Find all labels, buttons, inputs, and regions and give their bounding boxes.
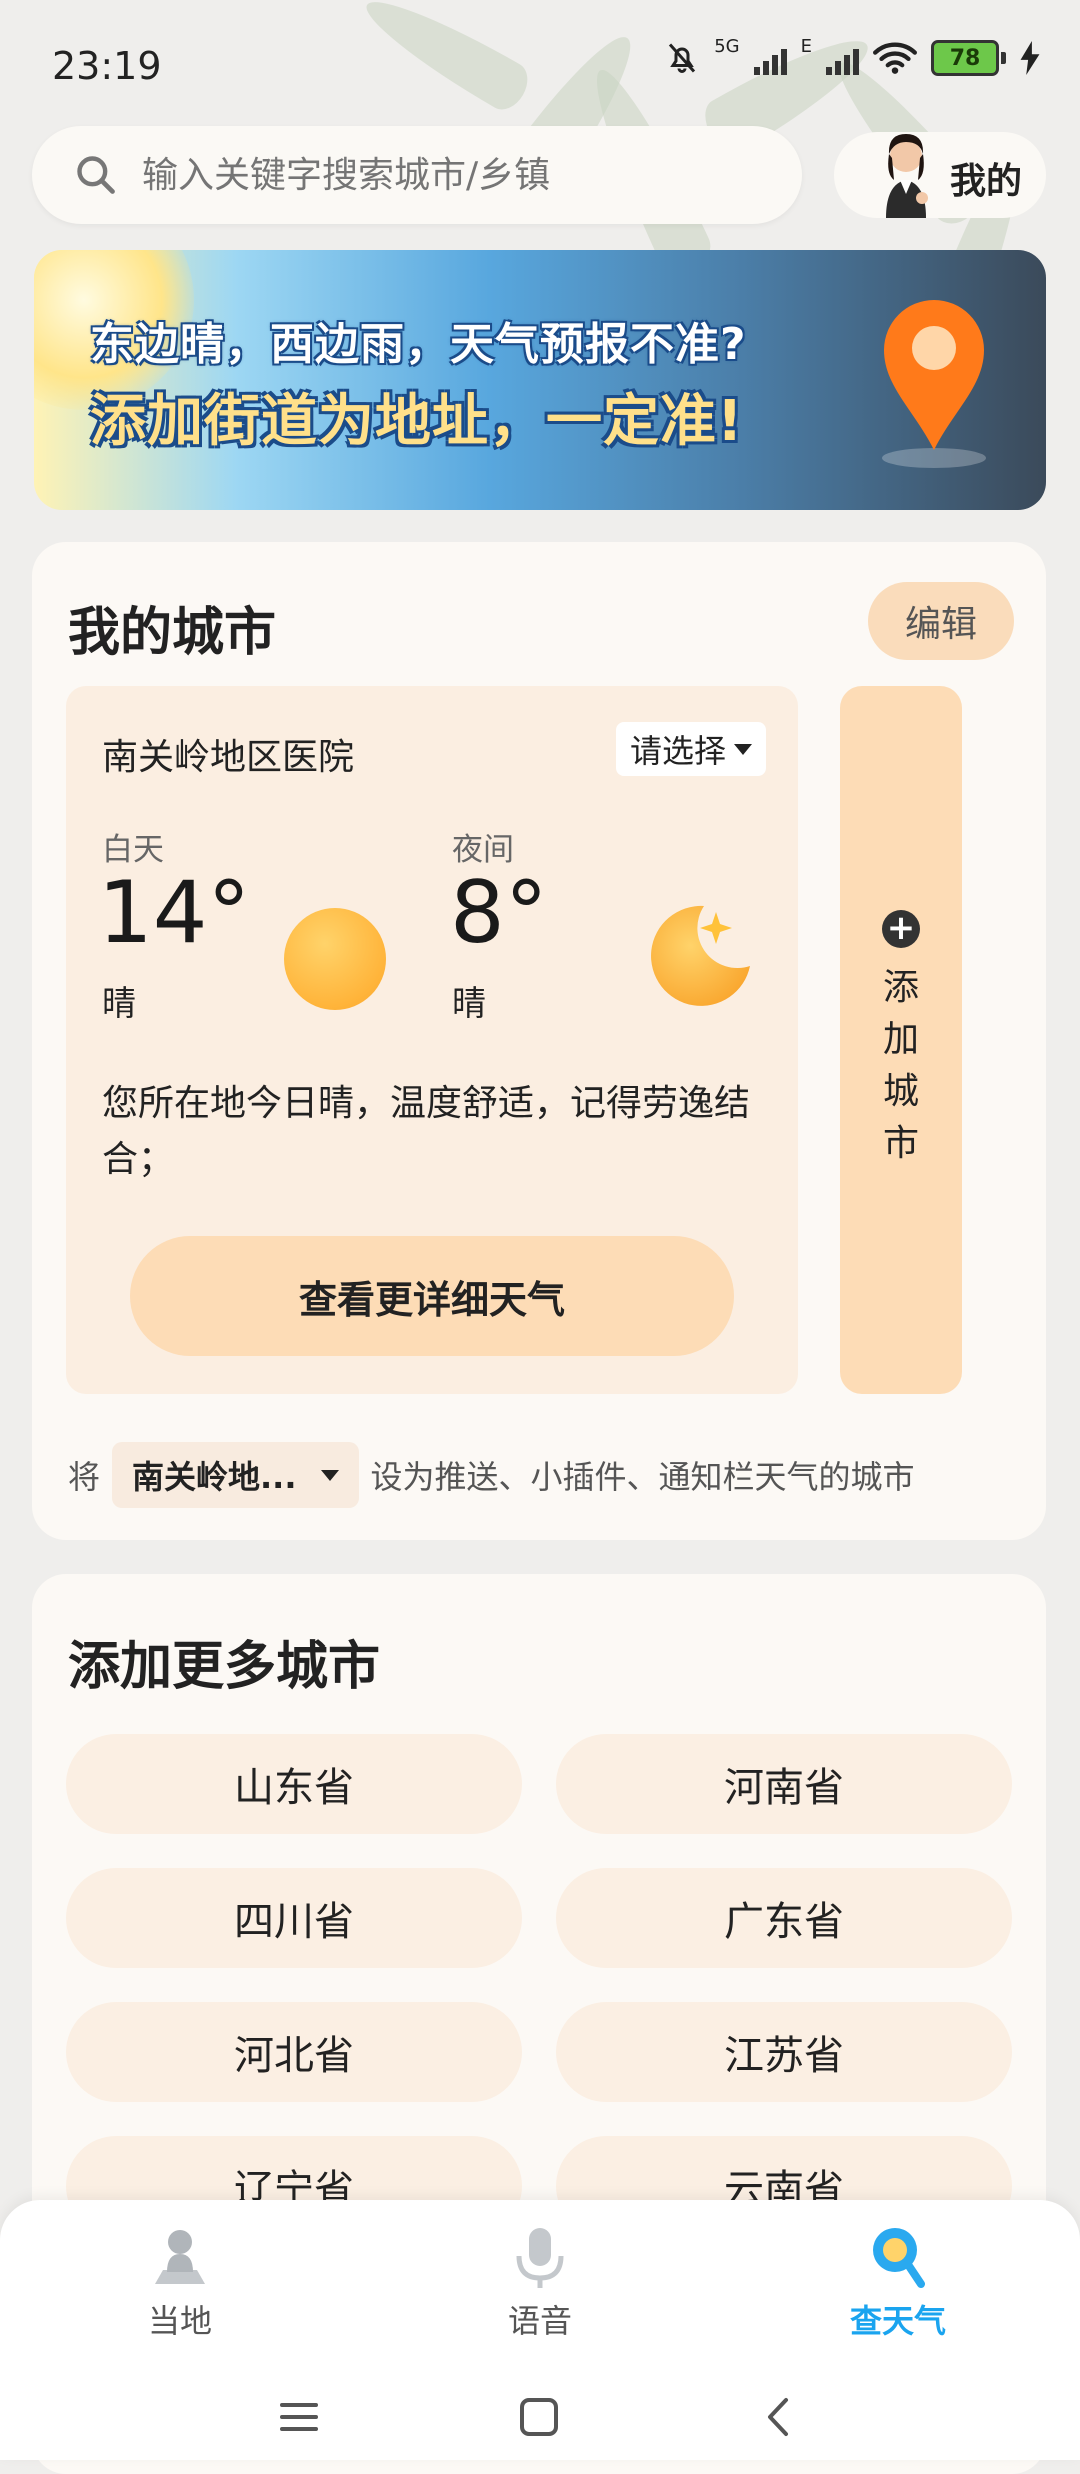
- add-city-button[interactable]: + 添加城市: [840, 686, 962, 1394]
- nav-voice[interactable]: 语音: [440, 2222, 640, 2342]
- status-bar: 23:19 5G E 78: [0, 0, 1080, 130]
- more-cities-title: 添加更多城市: [68, 1637, 381, 1697]
- day-temperature: 14°: [98, 863, 251, 963]
- banner-subheadline: 添加街道为地址，一定准!: [90, 389, 744, 454]
- my-cities-title: 我的城市: [68, 603, 277, 663]
- city-name: 南关岭地区医院: [102, 737, 355, 778]
- signal-icon-2: [826, 41, 859, 75]
- night-temperature: 8°: [450, 863, 548, 963]
- province-button[interactable]: 江苏省: [556, 2002, 1012, 2102]
- chevron-down-icon: [320, 1469, 339, 1481]
- add-city-label: 添加城市: [882, 967, 919, 1164]
- mute-bell-icon: [669, 43, 696, 73]
- location-person-icon: [155, 2230, 205, 2284]
- province-button[interactable]: 河北省: [66, 2002, 522, 2102]
- moon-icon: [651, 905, 750, 1006]
- province-button[interactable]: 河南省: [556, 1734, 1012, 1834]
- bottom-navigation: 当地 语音 查天气: [0, 2200, 1080, 2460]
- home-icon[interactable]: [514, 2392, 564, 2442]
- nav-local[interactable]: 当地: [80, 2222, 280, 2342]
- weather-description: 您所在地今日晴，温度舒适，记得劳逸结合；: [102, 1083, 751, 1180]
- my-cities-section: 我的城市 编辑 南关岭地区医院 请选择 白天 14° 晴 夜间 8° 晴 您所在…: [32, 542, 1046, 1540]
- nav-check-weather[interactable]: 查天气: [798, 2222, 998, 2342]
- avatar: [886, 134, 928, 218]
- nav-label-check-weather: 查天气: [849, 2302, 946, 2340]
- day-condition: 晴: [102, 984, 136, 1024]
- wifi-icon: [873, 42, 917, 74]
- push-city-selected: 南关岭地...: [132, 1458, 297, 1496]
- search-input[interactable]: [140, 153, 784, 197]
- push-suffix: 设为推送、小插件、通知栏天气的城市: [370, 1458, 915, 1496]
- push-city-row: 将 南关岭地... 设为推送、小插件、通知栏天气的城市: [68, 1442, 915, 1508]
- night-condition: 晴: [452, 984, 486, 1024]
- province-button[interactable]: 广东省: [556, 1868, 1012, 1968]
- select-label: 请选择: [629, 732, 726, 770]
- network-type-e: E: [800, 35, 812, 57]
- signal-icon: [753, 41, 787, 75]
- network-type-5g: 5G: [714, 35, 740, 57]
- location-select-dropdown[interactable]: 请选择: [615, 722, 766, 776]
- status-icons: 5G E 78: [664, 36, 1040, 76]
- search-icon: [77, 156, 115, 194]
- province-button[interactable]: 山东省: [66, 1734, 522, 1834]
- back-icon[interactable]: [754, 2392, 804, 2442]
- promo-banner[interactable]: 东边晴，西边雨，天气预报不准? 添加街道为地址，一定准!: [34, 250, 1046, 510]
- nav-label-local: 当地: [147, 2302, 212, 2340]
- profile-label: 我的: [950, 161, 1023, 202]
- push-city-dropdown[interactable]: 南关岭地...: [112, 1442, 359, 1508]
- city-weather-card[interactable]: 南关岭地区医院 请选择 白天 14° 晴 夜间 8° 晴 您所在地今日晴，温度舒…: [66, 686, 798, 1394]
- sunny-icon: [284, 908, 386, 1010]
- search-bar[interactable]: [32, 126, 802, 224]
- microphone-icon: [516, 2228, 564, 2288]
- profile-button[interactable]: 我的: [834, 132, 1046, 218]
- battery-icon: 78: [931, 40, 1006, 76]
- menu-icon[interactable]: [274, 2392, 324, 2442]
- location-pin-icon: [882, 300, 986, 468]
- province-button[interactable]: 四川省: [66, 1868, 522, 1968]
- charging-icon: [1020, 41, 1040, 75]
- battery-level: 78: [931, 40, 999, 76]
- banner-headline: 东边晴，西边雨，天气预报不准?: [90, 319, 747, 370]
- system-navigation-bar: [0, 2370, 1080, 2460]
- search-weather-icon: [873, 2228, 925, 2288]
- status-time: 23:19: [52, 44, 162, 88]
- edit-button[interactable]: 编辑: [868, 582, 1014, 660]
- view-detailed-weather-button[interactable]: 查看更详细天气: [130, 1236, 734, 1356]
- push-prefix: 将: [68, 1458, 101, 1496]
- nav-label-voice: 语音: [507, 2302, 572, 2340]
- chevron-down-icon: [734, 743, 752, 755]
- plus-icon: +: [882, 910, 920, 948]
